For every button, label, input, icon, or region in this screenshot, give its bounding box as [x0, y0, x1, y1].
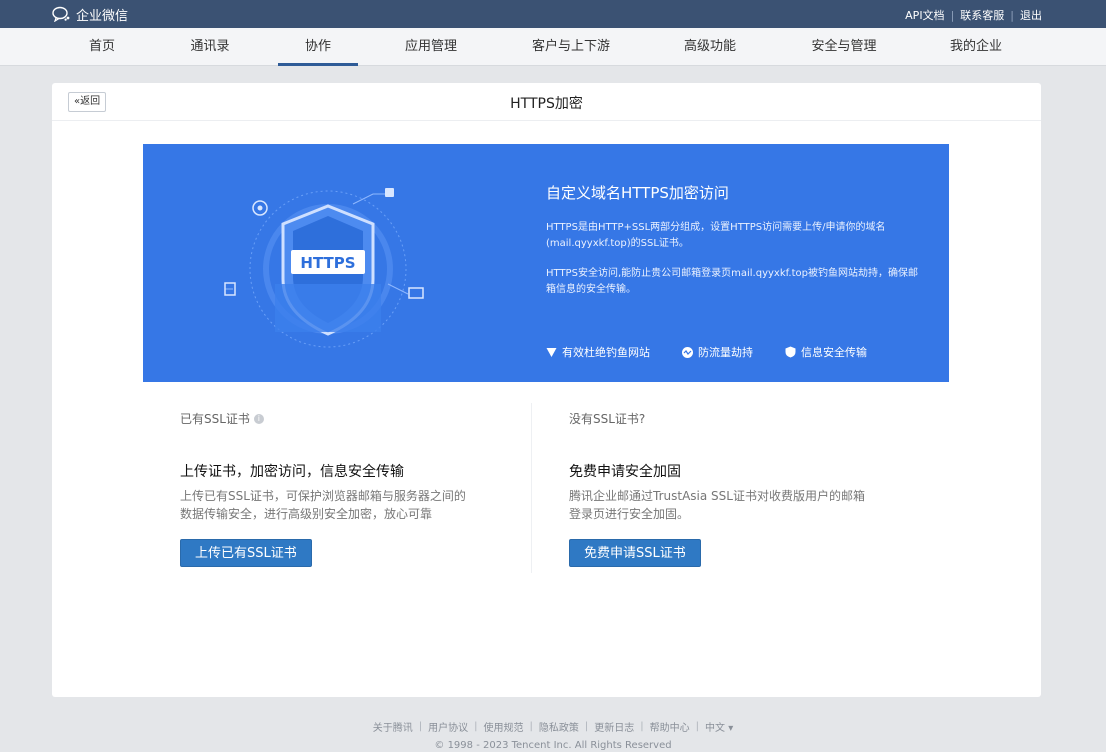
banner-paragraph-2: HTTPS安全访问,能防止贵公司邮箱登录页mail.qyyxkf.top被钓鱼网… [546, 268, 918, 295]
banner-text: 自定义域名HTTPS加密访问 HTTPS是由HTTP+SSL两部分组成，设置HT… [546, 182, 926, 312]
footer-link-about[interactable]: 关于腾讯 [373, 719, 413, 734]
separator: | [695, 721, 700, 732]
logo-text: 企业微信 [76, 8, 129, 24]
section-label: 没有SSL证书? [569, 412, 646, 426]
main-nav: 首页 通讯录 协作 应用管理 客户与上下游 高级功能 安全与管理 我的企业 [0, 28, 1106, 66]
description-line: 腾讯企业邮通过TrustAsia SSL证书对收费版用户的邮箱 [569, 489, 865, 503]
svg-text:HTTPS: HTTPS [300, 254, 355, 272]
separator: | [640, 721, 644, 732]
logo[interactable]: 企业微信 [52, 5, 129, 24]
section-label: 已有SSL证书 i [180, 410, 520, 427]
section-label-text: 已有SSL证书 [180, 412, 250, 426]
separator: | [584, 721, 589, 732]
separator: | [1010, 8, 1014, 22]
section-description: 上传已有SSL证书，可保护浏览器邮箱与服务器之间的 数据传输安全，进行高级别安全… [180, 487, 520, 523]
nav-item-my-enterprise[interactable]: 我的企业 [926, 28, 1026, 66]
nav-item-app-management[interactable]: 应用管理 [381, 28, 481, 66]
api-docs-link[interactable]: API文档 [905, 7, 944, 23]
apply-free-ssl-button[interactable]: 免费申请SSL证书 [569, 539, 701, 567]
feature-anti-hijack: 防流量劫持 [682, 344, 753, 360]
separator: | [474, 721, 478, 732]
section-heading: 上传证书，加密访问，信息安全传输 [180, 464, 404, 480]
separator: | [529, 721, 533, 732]
nav-item-home[interactable]: 首页 [52, 28, 152, 66]
banner-paragraph-1: HTTPS是由HTTP+SSL两部分组成，设置HTTPS访问需要上传/申请你的域… [546, 222, 886, 249]
nav-item-advanced[interactable]: 高级功能 [660, 28, 760, 66]
top-links: API文档 | 联系客服 | 退出 [905, 7, 1042, 23]
feature-label: 防流量劫持 [698, 346, 753, 359]
https-banner: HTTPS 自定义域名HTTPS加密访问 HTTPS是由HTTP+SSL两部分组… [143, 144, 949, 382]
feature-list: 有效杜绝钓鱼网站 防流量劫持 信息安全传输 [546, 344, 899, 360]
description-line: 登录页进行安全加固。 [569, 507, 690, 521]
feature-secure-transfer: 信息安全传输 [785, 344, 867, 360]
banner-title: 自定义域名HTTPS加密访问 [546, 184, 729, 202]
no-ssl-section: 没有SSL证书? 免费申请安全加固 腾讯企业邮通过TrustAsia SSL证书… [569, 410, 909, 523]
separator: | [950, 8, 955, 22]
column-divider [531, 403, 532, 573]
feature-anti-phishing: 有效杜绝钓鱼网站 [546, 344, 650, 360]
top-bar: 企业微信 API文档 | 联系客服 | 退出 [0, 0, 1106, 28]
wecom-logo-icon [52, 6, 70, 22]
info-icon[interactable]: i [253, 413, 264, 424]
https-card: «返回 HTTPS加密 HTTPS 自定义域名HTTPS加密访问 HTTPS是由… [52, 83, 1041, 697]
separator: | [418, 721, 423, 732]
footer-link-user-agreement[interactable]: 用户协议 [428, 719, 468, 734]
description-line: 数据传输安全，进行高级别安全加密，放心可靠 [180, 507, 433, 521]
shield-icon [785, 346, 796, 358]
page-title: HTTPS加密 [510, 96, 583, 112]
section-heading: 免费申请安全加固 [569, 464, 681, 480]
nav-item-contacts[interactable]: 通讯录 [160, 28, 260, 66]
traffic-icon [682, 346, 693, 358]
footer-links: 关于腾讯 | 用户协议 | 使用规范 | 隐私政策 | 更新日志 | 帮助中心 … [0, 719, 1106, 734]
nav-item-customers[interactable]: 客户与上下游 [521, 28, 621, 66]
logout-link[interactable]: 退出 [1020, 7, 1042, 23]
card-header: «返回 HTTPS加密 [52, 83, 1041, 121]
shield-check-icon [546, 347, 557, 357]
nav-item-collaboration[interactable]: 协作 [268, 28, 368, 66]
section-description: 腾讯企业邮通过TrustAsia SSL证书对收费版用户的邮箱 登录页进行安全加… [569, 487, 909, 523]
upload-ssl-button[interactable]: 上传已有SSL证书 [180, 539, 312, 567]
copyright: © 1998 - 2023 Tencent Inc. All Rights Re… [434, 740, 672, 751]
has-ssl-section: 已有SSL证书 i 上传证书，加密访问，信息安全传输 上传已有SSL证书，可保护… [180, 410, 520, 523]
https-shield-illustration: HTTPS [224, 188, 424, 348]
footer: 关于腾讯 | 用户协议 | 使用规范 | 隐私政策 | 更新日志 | 帮助中心 … [0, 719, 1106, 751]
contact-support-link[interactable]: 联系客服 [960, 7, 1004, 23]
language-select[interactable]: 中文 ▾ [705, 719, 733, 734]
footer-link-changelog[interactable]: 更新日志 [594, 719, 634, 734]
description-line: 上传已有SSL证书，可保护浏览器邮箱与服务器之间的 [180, 489, 466, 503]
footer-link-privacy[interactable]: 隐私政策 [539, 719, 579, 734]
feature-label: 有效杜绝钓鱼网站 [562, 346, 650, 359]
footer-link-help[interactable]: 帮助中心 [650, 719, 690, 734]
footer-link-usage-rules[interactable]: 使用规范 [484, 719, 524, 734]
feature-label: 信息安全传输 [801, 346, 867, 359]
nav-item-security[interactable]: 安全与管理 [794, 28, 894, 66]
